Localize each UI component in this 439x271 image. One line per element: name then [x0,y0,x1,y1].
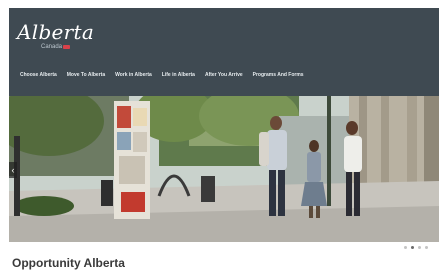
carousel-indicators [404,246,428,249]
nav-item-choose-alberta[interactable]: Choose Alberta [9,68,62,82]
alberta-logo[interactable]: Alberta Canada [17,20,107,54]
page-title: Opportunity Alberta [12,256,125,270]
top-margin [0,0,439,8]
carousel-prev-button[interactable]: ‹ [9,162,17,178]
nav-item-after-you-arrive[interactable]: After You Arrive [200,68,248,82]
chevron-left-icon: ‹ [11,165,15,175]
logo-subtext: Canada [41,44,63,50]
nav-item-life-in-alberta[interactable]: Life in Alberta [157,68,200,82]
canada-flag-icon [63,45,70,49]
main-navigation: Choose Alberta Move To Alberta Work in A… [9,68,439,82]
carousel-dot-2[interactable] [411,246,414,249]
carousel-dot-4[interactable] [425,246,428,249]
site-header: Alberta Canada Choose Alberta Move To Al… [9,8,439,96]
carousel-dot-1[interactable] [404,246,407,249]
hero-carousel-image[interactable] [9,96,439,242]
nav-item-work-in-alberta[interactable]: Work in Alberta [110,68,157,82]
street-scene-photo [9,96,439,242]
nav-item-move-to-alberta[interactable]: Move To Alberta [62,68,110,82]
nav-item-programs-and-forms[interactable]: Programs And Forms [248,68,309,82]
logo-wordmark: Alberta [17,20,95,44]
carousel-dot-3[interactable] [418,246,421,249]
